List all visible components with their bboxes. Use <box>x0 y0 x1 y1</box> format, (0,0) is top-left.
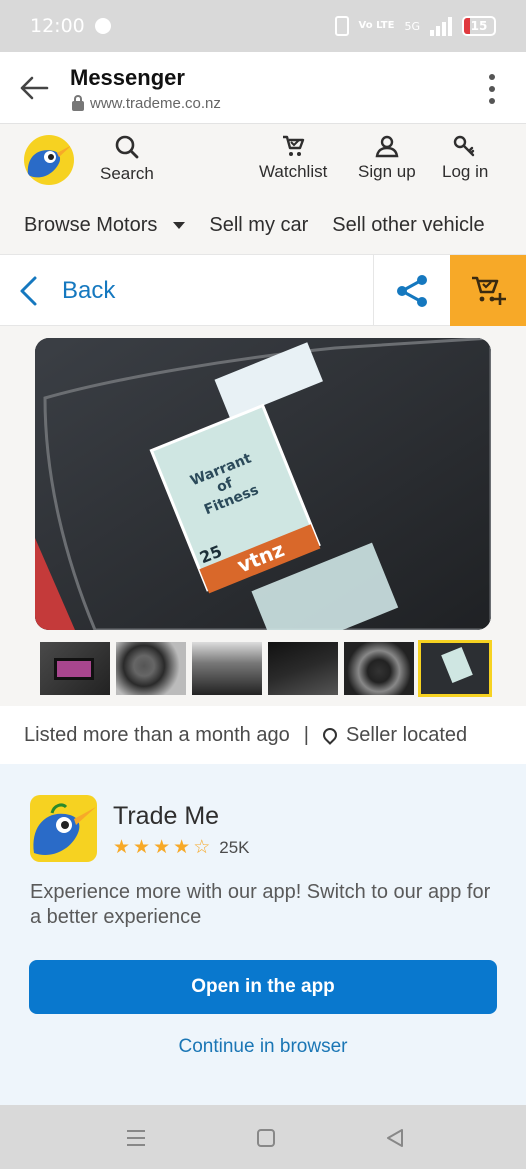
browser-back-icon[interactable] <box>18 72 50 104</box>
listed-time: Listed more than a month ago <box>24 723 290 746</box>
motors-nav: Browse Motors Sell my car Sell other veh… <box>0 196 526 254</box>
seller-location: Seller located <box>345 723 468 746</box>
messenger-notification-icon <box>94 18 111 34</box>
recents-icon[interactable] <box>125 1127 147 1154</box>
browser-toolbar: Messenger www.trademe.co.nz <box>0 52 526 124</box>
listing-meta: Listed more than a month ago | Seller lo… <box>0 706 526 764</box>
app-name: Trade Me <box>113 802 220 830</box>
browser-title: Messenger <box>70 65 185 90</box>
continue-in-browser-link[interactable]: Continue in browser <box>0 1036 526 1058</box>
home-icon[interactable] <box>255 1127 277 1154</box>
signal-icon <box>430 16 452 36</box>
browse-motors-label: Browse Motors <box>24 213 158 236</box>
thumbnail-strip <box>40 640 492 697</box>
chevron-down-icon <box>173 221 186 229</box>
vibrate-icon <box>334 16 349 36</box>
sell-my-car-label: Sell my car <box>209 213 309 236</box>
system-nav-bar <box>0 1105 526 1169</box>
browse-motors-dropdown[interactable]: Browse Motors <box>24 213 186 237</box>
thumbnail-4[interactable] <box>268 642 338 695</box>
open-in-app-button[interactable]: Open in the app <box>29 960 497 1014</box>
key-icon <box>453 135 475 157</box>
promo-description: Experience more with our app! Switch to … <box>30 881 491 928</box>
rating-count: 25K <box>219 837 250 857</box>
sell-my-car-link[interactable]: Sell my car <box>209 214 308 237</box>
sell-other-vehicle-label: Sell other vehicle <box>332 213 485 236</box>
location-pin-icon <box>320 725 340 745</box>
browser-url: www.trademe.co.nz <box>72 94 221 112</box>
star-full-icon: ★ <box>173 837 191 858</box>
battery-icon: 15 <box>462 16 496 36</box>
app-promo-sheet: Trade Me ★ ★ ★ ★ ☆ 25K Experience more w… <box>0 764 526 1105</box>
login-label: Log in <box>442 162 489 181</box>
watchlist-add-icon <box>472 276 506 305</box>
battery-level: 15 <box>470 19 488 33</box>
share-button[interactable] <box>373 255 450 326</box>
more-menu-icon[interactable] <box>488 74 496 104</box>
thumbnail-1[interactable] <box>40 642 110 695</box>
status-bar: 12:00 Vo LTE 5G 15 <box>0 0 526 52</box>
watchlist-icon <box>283 135 305 156</box>
login-button[interactable]: Log in <box>442 134 488 182</box>
star-full-icon: ★ <box>153 837 171 858</box>
chevron-left-icon <box>20 276 37 306</box>
watchlist-button[interactable]: Watchlist <box>259 134 327 182</box>
listing-action-bar: Back <box>0 254 526 326</box>
signup-label: Sign up <box>358 162 416 181</box>
volte-label: Vo LTE <box>358 20 395 31</box>
photo-gallery: vtnz Warrant of Fitness 25 <box>0 326 526 706</box>
status-icons: Vo LTE 5G 15 <box>334 16 496 36</box>
status-time: 12:00 <box>30 15 85 37</box>
user-icon <box>375 135 399 158</box>
lock-icon <box>72 94 84 111</box>
meta-separator: | <box>303 723 309 746</box>
back-label: Back <box>62 277 116 304</box>
add-to-watchlist-button[interactable] <box>450 255 526 326</box>
trademe-app-icon <box>30 795 97 862</box>
app-rating: ★ ★ ★ ★ ☆ 25K <box>113 836 249 859</box>
thumbnail-6-selected[interactable] <box>418 640 492 697</box>
signup-button[interactable]: Sign up <box>358 134 416 182</box>
watchlist-label: Watchlist <box>259 162 328 181</box>
sell-other-vehicle-link[interactable]: Sell other vehicle <box>332 214 484 237</box>
share-icon <box>397 274 427 307</box>
search-icon <box>115 135 139 159</box>
trademe-logo[interactable] <box>24 135 74 185</box>
star-empty-icon: ☆ <box>193 837 211 858</box>
thumbnail-2[interactable] <box>116 642 186 695</box>
network-type-label: 5G <box>404 19 420 33</box>
back-nav-icon[interactable] <box>384 1127 406 1154</box>
thumbnail-3[interactable] <box>192 642 262 695</box>
url-text: www.trademe.co.nz <box>90 95 221 112</box>
back-button[interactable]: Back <box>18 275 115 307</box>
main-listing-photo[interactable]: vtnz Warrant of Fitness 25 <box>35 338 491 630</box>
thumbnail-5[interactable] <box>344 642 414 695</box>
site-header: Search Watchlist Sign up Log in <box>0 124 526 196</box>
star-full-icon: ★ <box>133 837 151 858</box>
search-label: Search <box>100 164 154 183</box>
search-button[interactable]: Search <box>100 134 154 184</box>
star-full-icon: ★ <box>113 837 131 858</box>
